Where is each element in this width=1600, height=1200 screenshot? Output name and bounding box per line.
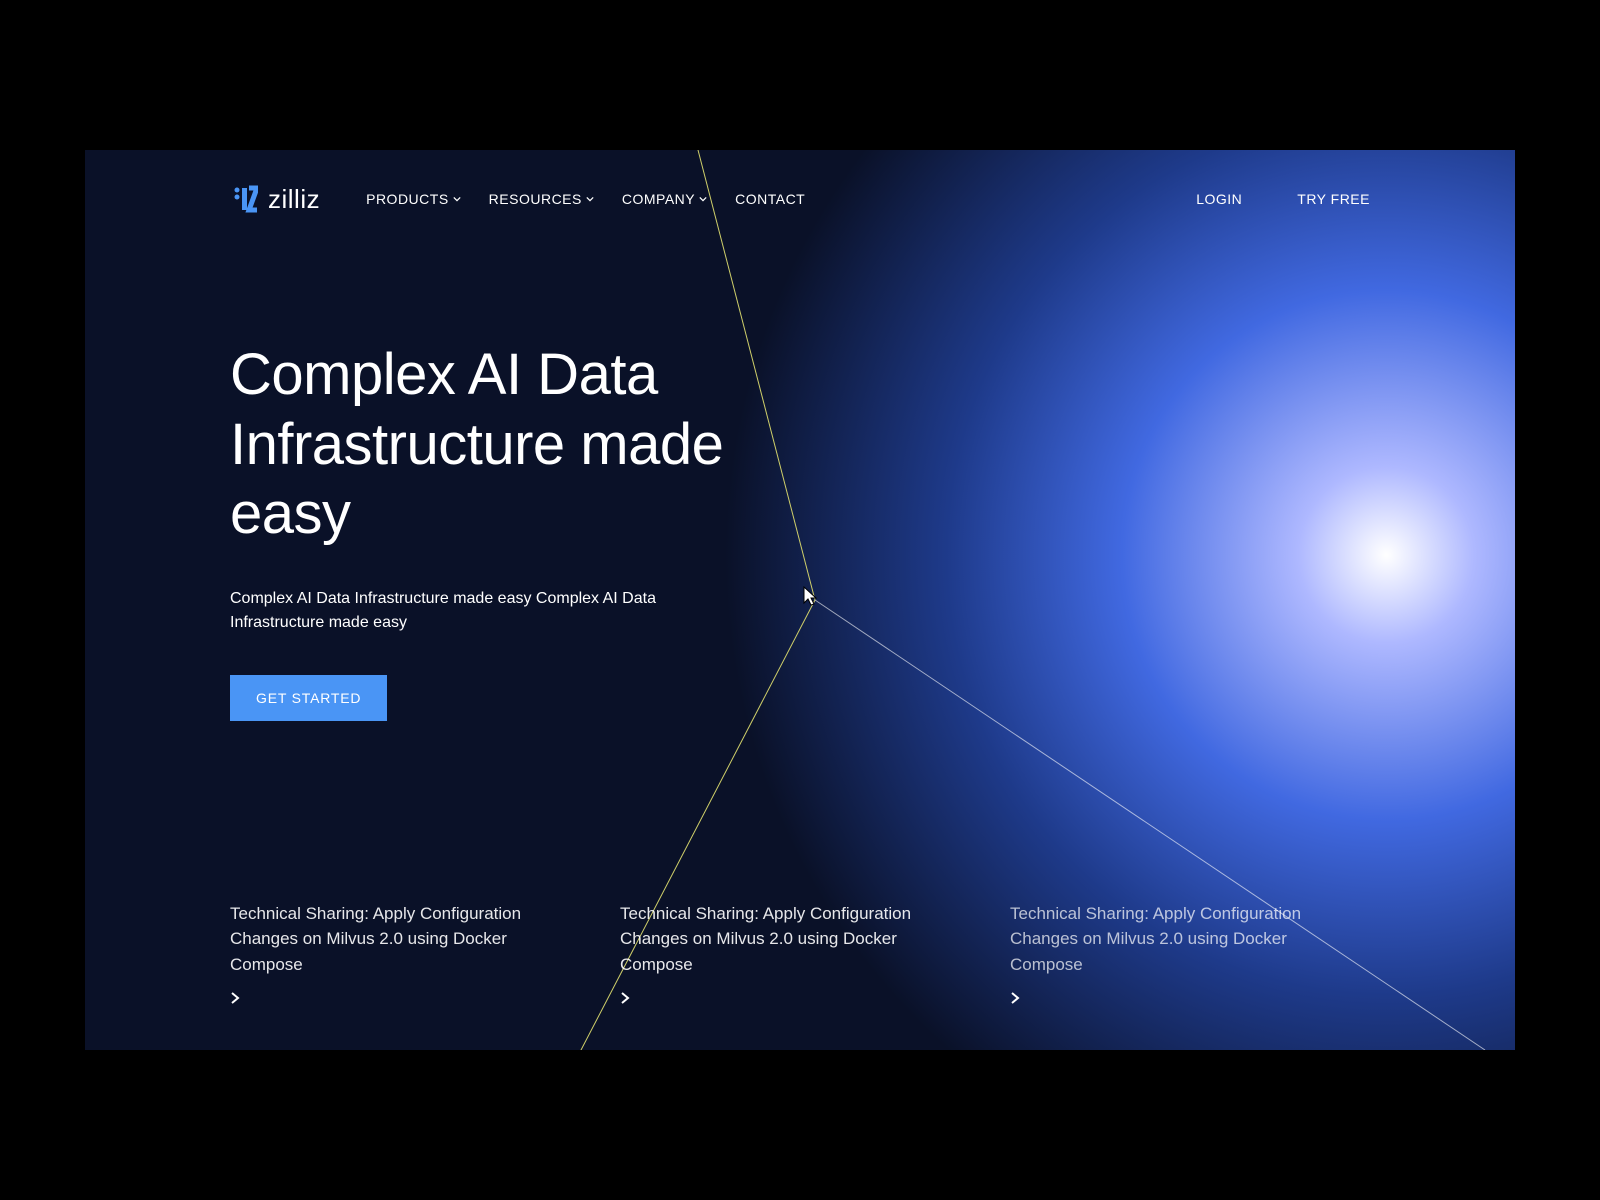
card-item[interactable]: Technical Sharing: Apply Configuration C… [1010,901,1330,1011]
nav-item-company[interactable]: COMPANY [622,191,707,207]
chevron-right-icon [230,991,240,1005]
nav-item-contact[interactable]: CONTACT [735,191,805,207]
try-free-link[interactable]: TRY FREE [1297,191,1370,207]
hero-section: Complex AI Data Infrastructure made easy… [230,340,1370,721]
content-wrapper: zilliz PRODUCTS RESOURCES [85,150,1515,1050]
login-link[interactable]: LOGIN [1196,191,1242,207]
header-left: zilliz PRODUCTS RESOURCES [230,184,805,215]
card-title: Technical Sharing: Apply Configuration C… [620,901,940,978]
chevron-down-icon [699,195,707,203]
chevron-down-icon [453,195,461,203]
header: zilliz PRODUCTS RESOURCES [230,150,1370,220]
logo-icon [230,185,258,213]
nav-label: PRODUCTS [366,191,449,207]
nav-label: COMPANY [622,191,695,207]
chevron-right-icon [620,991,630,1005]
chevron-right-icon [1010,991,1020,1005]
nav-label: RESOURCES [489,191,582,207]
chevron-down-icon [586,195,594,203]
get-started-button[interactable]: GET STARTED [230,675,387,721]
header-right: LOGIN TRY FREE [1196,191,1370,207]
hero-subtitle: Complex AI Data Infrastructure made easy… [230,587,680,635]
nav-label: CONTACT [735,191,805,207]
main-nav: PRODUCTS RESOURCES COMPANY [366,191,805,207]
logo[interactable]: zilliz [230,184,320,215]
logo-text: zilliz [268,184,320,215]
nav-item-resources[interactable]: RESOURCES [489,191,594,207]
card-item[interactable]: Technical Sharing: Apply Configuration C… [230,901,550,1011]
page-container: zilliz PRODUCTS RESOURCES [85,150,1515,1050]
hero-title: Complex AI Data Infrastructure made easy [230,340,790,549]
nav-item-products[interactable]: PRODUCTS [366,191,461,207]
cards-section: Technical Sharing: Apply Configuration C… [230,901,1370,1011]
card-item[interactable]: Technical Sharing: Apply Configuration C… [620,901,940,1011]
card-title: Technical Sharing: Apply Configuration C… [230,901,550,978]
card-title: Technical Sharing: Apply Configuration C… [1010,901,1330,978]
